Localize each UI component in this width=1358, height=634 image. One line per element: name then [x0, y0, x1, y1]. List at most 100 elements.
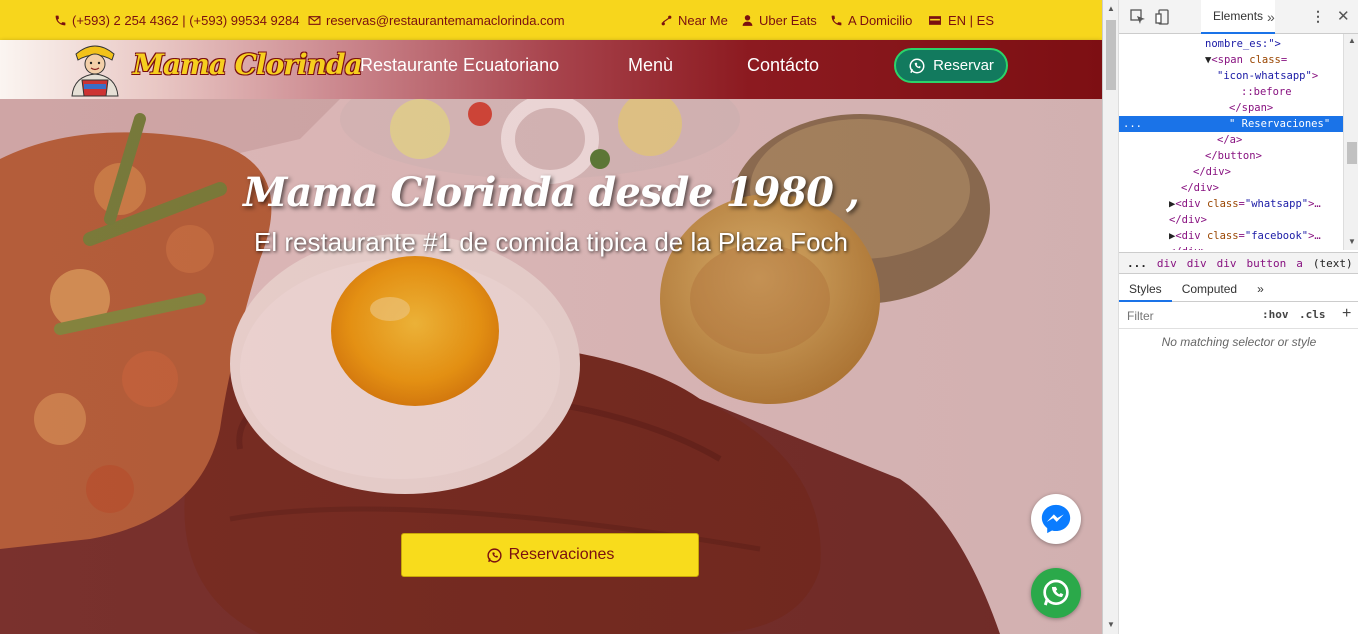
dom-token: <div: [1175, 230, 1207, 242]
page-scrollbar-thumb[interactable]: [1106, 20, 1116, 90]
messenger-chat-button[interactable]: [1031, 494, 1081, 544]
dom-node[interactable]: </div>: [1119, 164, 1343, 180]
dom-node-text: </div>: [1181, 180, 1219, 196]
main-navbar: Mama Clorinda Restaurante Ecuatoriano Me…: [0, 40, 1102, 99]
breadcrumb-item[interactable]: a: [1296, 257, 1303, 270]
close-icon[interactable]: ✕: [1337, 7, 1350, 25]
dom-node-text: </div>: [1193, 164, 1231, 180]
scroll-down-arrow-icon[interactable]: ▼: [1348, 237, 1356, 246]
delivery-link[interactable]: A Domicilio: [830, 0, 912, 40]
dom-token: </span>: [1229, 102, 1274, 114]
scroll-up-arrow-icon[interactable]: ▲: [1348, 36, 1356, 45]
dom-node[interactable]: </div>: [1119, 244, 1343, 250]
near-me-link[interactable]: Near Me: [660, 0, 728, 40]
dom-token: class: [1206, 230, 1239, 242]
dom-token: >: [1311, 70, 1319, 82]
device-toolbar-icon[interactable]: [1155, 9, 1171, 25]
dom-token: </a>: [1217, 134, 1243, 146]
dom-node[interactable]: </div>: [1119, 212, 1343, 228]
dom-node[interactable]: ▶<div class="facebook">…: [1119, 228, 1343, 244]
dom-node[interactable]: ▶<div class="whatsapp">…: [1119, 196, 1343, 212]
dom-tree-scrollbar[interactable]: ▲ ▼: [1343, 34, 1358, 250]
tab-elements[interactable]: Elements: [1201, 0, 1276, 34]
kebab-menu-icon[interactable]: ⋮: [1311, 8, 1325, 25]
phone-icon: [55, 15, 66, 25]
dom-token: " Reservaciones": [1229, 118, 1331, 130]
dom-node[interactable]: "icon-whatsapp">: [1119, 68, 1343, 84]
nav-link-restaurante[interactable]: Restaurante Ecuatoriano: [360, 55, 559, 76]
breadcrumb-item[interactable]: div: [1217, 257, 1237, 270]
dom-node[interactable]: </span>: [1119, 100, 1343, 116]
devtools-toolbar: Elements » ⋮ ✕: [1119, 0, 1358, 34]
email-link[interactable]: reservas@restaurantemamaclorinda.com: [308, 0, 565, 40]
dom-node-text: nombre_es:">: [1205, 36, 1281, 52]
reservations-button[interactable]: Reservaciones: [401, 533, 699, 577]
dom-token: class: [1249, 54, 1281, 66]
node-actions-ellipsis[interactable]: ...: [1123, 116, 1142, 132]
class-toggle[interactable]: .cls: [1299, 308, 1326, 321]
dom-scrollbar-thumb[interactable]: [1347, 142, 1357, 164]
dom-token: >…: [1308, 198, 1321, 210]
dom-token: </button>: [1205, 150, 1262, 162]
dom-token: =: [1280, 54, 1288, 66]
inspect-element-icon[interactable]: [1130, 9, 1146, 25]
breadcrumb-item[interactable]: div: [1187, 257, 1207, 270]
route-icon: [661, 15, 672, 25]
breadcrumb-item[interactable]: div: [1157, 257, 1177, 270]
near-me-label: Near Me: [678, 12, 728, 28]
breadcrumb-item[interactable]: (text): [1313, 257, 1353, 270]
hero-section: Mama Clorinda desde 1980 , El restaurant…: [0, 99, 1102, 634]
uber-eats-link[interactable]: Uber Eats: [741, 0, 817, 40]
dom-node[interactable]: ::before: [1119, 84, 1343, 100]
no-matching-style-message: No matching selector or style: [1161, 335, 1317, 349]
language-label: EN | ES: [948, 12, 995, 28]
messenger-icon: [1041, 504, 1071, 534]
hero-subtitle: El restaurante #1 de comida tipica de la…: [253, 227, 848, 257]
dom-node-selected[interactable]: ... " Reservaciones": [1119, 116, 1343, 132]
more-tabs-button[interactable]: »: [1267, 9, 1275, 25]
styles-tabbar: Styles Computed »: [1119, 276, 1358, 302]
dom-node-text: </button>: [1205, 148, 1262, 164]
dom-node[interactable]: ▼<span class=: [1119, 52, 1343, 68]
breadcrumb-item[interactable]: button: [1247, 257, 1287, 270]
more-style-tabs-button[interactable]: »: [1247, 276, 1274, 302]
dom-node[interactable]: </a>: [1119, 132, 1343, 148]
scroll-up-arrow-icon[interactable]: ▲: [1107, 4, 1115, 13]
whatsapp-icon: [1043, 579, 1069, 606]
dom-node[interactable]: nombre_es:">: [1119, 36, 1343, 52]
hero-title: Mama Clorinda desde 1980 ,: [243, 169, 860, 216]
whatsapp-icon: [909, 58, 925, 73]
scroll-down-arrow-icon[interactable]: ▼: [1107, 620, 1115, 629]
tab-styles[interactable]: Styles: [1119, 276, 1172, 302]
flag-icon: [929, 15, 941, 25]
dom-token: class: [1206, 198, 1239, 210]
add-rule-icon[interactable]: +: [1342, 305, 1351, 323]
phone-link[interactable]: (+593) 2 254 4362 | (+593) 99534 9284: [54, 0, 299, 40]
styles-filter-input[interactable]: [1121, 306, 1251, 326]
language-switch[interactable]: EN | ES: [927, 0, 994, 40]
dom-node-text: ▶<div class="facebook">…: [1169, 228, 1321, 244]
dom-node[interactable]: </button>: [1119, 148, 1343, 164]
phone-icon: [831, 15, 842, 25]
email-address: reservas@restaurantemamaclorinda.com: [326, 12, 565, 28]
nav-link-menu[interactable]: Menù: [628, 55, 673, 76]
dom-token: <div: [1175, 198, 1207, 210]
dom-node-text: </div>: [1169, 244, 1207, 250]
dom-token: "icon-whatsapp": [1217, 70, 1312, 82]
dom-token: <span: [1211, 54, 1250, 66]
breadcrumb-item[interactable]: ...: [1127, 257, 1147, 270]
tab-computed[interactable]: Computed: [1172, 276, 1247, 302]
dom-tree[interactable]: nombre_es:"> ▼<span class= "icon-whatsapp"…: [1119, 34, 1358, 250]
dom-node-text: "icon-whatsapp">: [1217, 68, 1318, 84]
top-info-bar: (+593) 2 254 4362 | (+593) 99534 9284 re…: [0, 0, 1102, 40]
dom-token: </div>: [1169, 246, 1207, 250]
dom-node[interactable]: </div>: [1119, 180, 1343, 196]
hover-state-toggle[interactable]: :hov: [1262, 308, 1289, 321]
website: (+593) 2 254 4362 | (+593) 99534 9284 re…: [0, 0, 1102, 634]
mama-clorinda-mascot-logo[interactable]: [62, 40, 128, 98]
page-scrollbar[interactable]: ▲ ▼: [1103, 0, 1119, 634]
logo-wordmark[interactable]: Mama Clorinda: [133, 48, 363, 81]
whatsapp-chat-button[interactable]: [1031, 568, 1081, 618]
reserve-button[interactable]: Reservar: [894, 48, 1008, 83]
nav-link-contacto[interactable]: Contácto: [747, 55, 819, 76]
